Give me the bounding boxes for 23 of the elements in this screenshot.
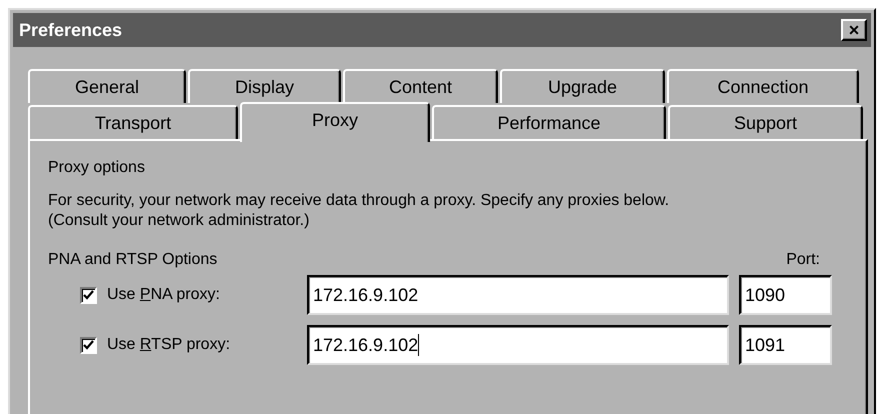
input-field[interactable]: 172.16.9.102 bbox=[307, 275, 729, 315]
port-field[interactable]: 1090 bbox=[739, 275, 832, 315]
window-title: Preferences bbox=[19, 20, 122, 40]
close-button[interactable]: × bbox=[841, 19, 867, 41]
group-label: PNA and RTSP Options bbox=[48, 251, 218, 269]
tab[interactable]: Connection bbox=[667, 69, 859, 103]
tab[interactable]: Upgrade bbox=[500, 69, 665, 103]
port-label: Port: bbox=[786, 251, 820, 269]
input-field[interactable]: 172.16.9.102 bbox=[307, 325, 729, 365]
tab[interactable]: Display bbox=[188, 69, 341, 103]
description-text: For security, your network may receive data through a proxy. Specify any proxies below. (Consult your network administrator.) bbox=[48, 191, 670, 231]
tab[interactable]: Proxy bbox=[240, 102, 430, 142]
tab[interactable]: Content bbox=[343, 69, 498, 103]
checkbox[interactable] bbox=[80, 336, 97, 354]
section-heading: Proxy options bbox=[48, 159, 146, 177]
checkbox-label: Use RTSP proxy: bbox=[107, 336, 232, 354]
port-field[interactable]: 1091 bbox=[739, 325, 832, 365]
tab[interactable]: Performance bbox=[432, 105, 666, 139]
tab[interactable]: Support bbox=[668, 105, 863, 139]
tab[interactable]: General bbox=[28, 69, 186, 103]
checkbox[interactable] bbox=[80, 286, 97, 304]
tab[interactable]: Transport bbox=[28, 105, 238, 139]
checkbox-label: Use PNA proxy: bbox=[107, 286, 221, 304]
